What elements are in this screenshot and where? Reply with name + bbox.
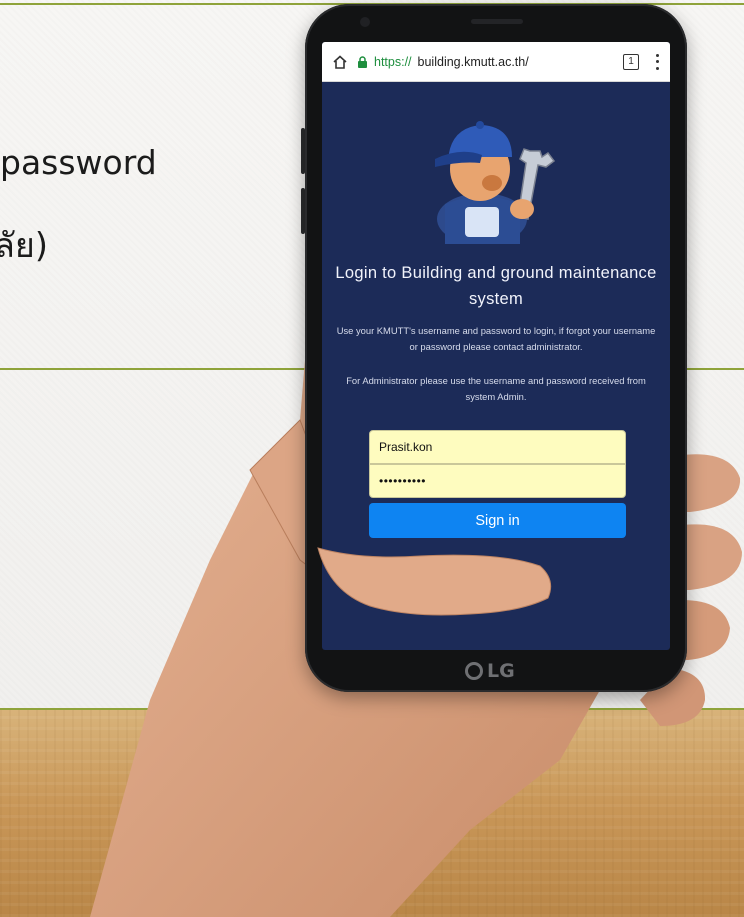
lg-brand-logo: LG xyxy=(465,660,515,682)
password-input[interactable]: •••••••••• xyxy=(369,464,626,498)
lower-divider xyxy=(0,708,744,710)
home-icon[interactable] xyxy=(332,54,348,70)
browser-address-bar: https:// building.kmutt.ac.th/ 1 xyxy=(322,42,670,82)
lock-icon xyxy=(358,55,367,68)
brand-text: LG xyxy=(487,660,515,682)
username-input[interactable]: Prasit.kon xyxy=(369,430,626,464)
maintenance-worker-icon xyxy=(435,121,556,244)
login-instructions: Use your KMUTT's username and password t… xyxy=(336,325,656,352)
earpiece-speaker xyxy=(471,19,523,24)
front-camera xyxy=(360,17,370,27)
overflow-menu-icon[interactable] xyxy=(656,53,660,70)
url-scheme: https:// xyxy=(374,54,412,69)
wooden-floor xyxy=(0,710,744,917)
phone-screen: https:// building.kmutt.ac.th/ 1 Login to… xyxy=(322,42,670,650)
slide-text-line2: ลัย) xyxy=(0,226,49,266)
admin-instructions: For Administrator please use the usernam… xyxy=(346,375,646,402)
login-title: Login to Building and ground maintenance… xyxy=(335,264,657,308)
url-host: building.kmutt.ac.th/ xyxy=(417,54,529,69)
lg-circle-icon xyxy=(465,662,483,680)
smartphone: https:// building.kmutt.ac.th/ 1 Login to… xyxy=(305,4,687,692)
slide-text-line1: password xyxy=(0,143,157,182)
sign-in-button[interactable]: Sign in xyxy=(369,503,626,538)
tab-switcher-icon[interactable]: 1 xyxy=(623,53,639,70)
url-field[interactable]: https:// building.kmutt.ac.th/ xyxy=(357,55,608,69)
